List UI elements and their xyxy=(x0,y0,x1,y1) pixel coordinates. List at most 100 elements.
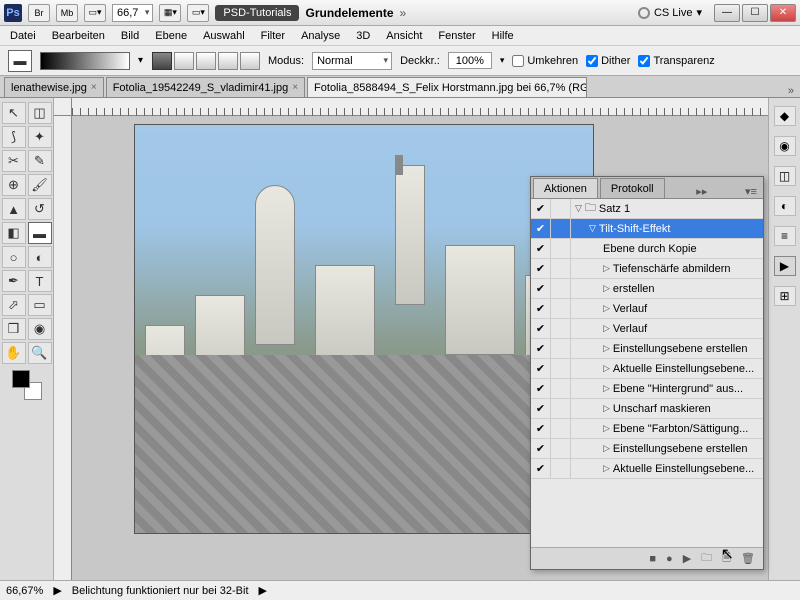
action-toggle-checkbox[interactable]: ✔ xyxy=(531,419,551,438)
action-dialog-toggle[interactable] xyxy=(551,359,571,378)
shape-tool[interactable]: ▭ xyxy=(28,294,52,316)
new-action-icon[interactable]: 🗎 xyxy=(722,549,731,568)
play-icon[interactable]: ▶ xyxy=(683,552,691,565)
action-dialog-toggle[interactable] xyxy=(551,219,571,238)
tab-aktionen[interactable]: Aktionen xyxy=(533,178,598,198)
action-row[interactable]: ✔▷Verlauf xyxy=(531,319,763,339)
action-row[interactable]: ✔▷Einstellungsebene erstellen xyxy=(531,339,763,359)
dither-checkbox[interactable]: Dither xyxy=(586,55,630,67)
reverse-checkbox[interactable]: Umkehren xyxy=(512,55,578,67)
action-dialog-toggle[interactable] xyxy=(551,399,571,418)
gradient-picker[interactable] xyxy=(40,52,130,70)
menu-fenster[interactable]: Fenster xyxy=(438,30,475,42)
disclosure-icon[interactable]: ▷ xyxy=(603,463,610,474)
action-toggle-checkbox[interactable]: ✔ xyxy=(531,359,551,378)
disclosure-icon[interactable]: ▷ xyxy=(603,263,610,274)
pen-tool[interactable]: ✒ xyxy=(2,270,26,292)
disclosure-icon[interactable]: ▷ xyxy=(603,403,610,414)
status-zoom[interactable]: 66,67% xyxy=(6,585,43,597)
minimize-button[interactable]: — xyxy=(714,4,740,22)
close-icon[interactable]: × xyxy=(91,82,97,93)
crop-tool[interactable]: ✂ xyxy=(2,150,26,172)
status-arrow-icon[interactable]: ▶ xyxy=(53,584,61,597)
action-row[interactable]: ✔▷Ebene "Hintergrund" aus... xyxy=(531,379,763,399)
action-dialog-toggle[interactable] xyxy=(551,339,571,358)
menu-3d[interactable]: 3D xyxy=(356,30,370,42)
color-swatches[interactable] xyxy=(12,370,42,400)
action-row[interactable]: ✔▽Tilt-Shift-Effekt xyxy=(531,219,763,239)
gradient-angle[interactable] xyxy=(196,52,216,70)
action-toggle-checkbox[interactable]: ✔ xyxy=(531,219,551,238)
action-row[interactable]: ✔▷erstellen xyxy=(531,279,763,299)
action-dialog-toggle[interactable] xyxy=(551,379,571,398)
minibridge-button[interactable]: Mb xyxy=(56,4,78,22)
disclosure-icon[interactable]: ▷ xyxy=(603,383,610,394)
tab-protokoll[interactable]: Protokoll xyxy=(600,178,665,198)
action-toggle-checkbox[interactable]: ✔ xyxy=(531,199,551,218)
trash-icon[interactable]: 🗑 xyxy=(741,552,755,565)
adjustments-icon[interactable]: ◐ xyxy=(774,196,796,216)
path-tool[interactable]: ⬀ xyxy=(2,294,26,316)
gradient-reflected[interactable] xyxy=(218,52,238,70)
action-row[interactable]: ✔▷Ebene "Farbton/Sättigung... xyxy=(531,419,763,439)
blur-tool[interactable]: ○ xyxy=(2,246,26,268)
eyedropper-tool[interactable]: ✎ xyxy=(28,150,52,172)
disclosure-icon[interactable]: ▷ xyxy=(603,323,610,334)
vertical-ruler[interactable] xyxy=(54,116,72,580)
gradient-radial[interactable] xyxy=(174,52,194,70)
menu-filter[interactable]: Filter xyxy=(261,30,285,42)
action-dialog-toggle[interactable] xyxy=(551,439,571,458)
action-row[interactable]: ✔▷Aktuelle Einstellungsebene... xyxy=(531,459,763,479)
action-dialog-toggle[interactable] xyxy=(551,279,571,298)
menu-analyse[interactable]: Analyse xyxy=(301,30,340,42)
menu-ebene[interactable]: Ebene xyxy=(155,30,187,42)
gradient-diamond[interactable] xyxy=(240,52,260,70)
disclosure-icon[interactable]: ▷ xyxy=(603,423,610,434)
disclosure-icon[interactable]: ▷ xyxy=(603,283,610,294)
opacity-input[interactable] xyxy=(448,52,492,69)
actions-icon[interactable]: ▶ xyxy=(774,256,796,276)
action-dialog-toggle[interactable] xyxy=(551,199,571,218)
document-canvas[interactable] xyxy=(134,124,594,534)
action-row[interactable]: ✔▷Einstellungsebene erstellen xyxy=(531,439,763,459)
action-dialog-toggle[interactable] xyxy=(551,259,571,278)
action-toggle-checkbox[interactable]: ✔ xyxy=(531,399,551,418)
action-row[interactable]: ✔Ebene durch Kopie xyxy=(531,239,763,259)
hand-tool[interactable]: ✋ xyxy=(2,342,26,364)
menu-bearbeiten[interactable]: Bearbeiten xyxy=(52,30,105,42)
workspace-overflow-icon[interactable]: » xyxy=(400,6,407,20)
action-toggle-checkbox[interactable]: ✔ xyxy=(531,379,551,398)
disclosure-icon[interactable]: ▽ xyxy=(575,203,582,214)
maximize-button[interactable]: ☐ xyxy=(742,4,768,22)
action-toggle-checkbox[interactable]: ✔ xyxy=(531,239,551,258)
gradient-tool[interactable]: ▬ xyxy=(28,222,52,244)
properties-icon[interactable]: ⊞ xyxy=(774,286,796,306)
workspace-label[interactable]: Grundelemente xyxy=(305,6,393,20)
extras-button[interactable]: ▭▾ xyxy=(187,4,209,22)
history-brush-tool[interactable]: ↺ xyxy=(28,198,52,220)
action-toggle-checkbox[interactable]: ✔ xyxy=(531,259,551,278)
action-toggle-checkbox[interactable]: ✔ xyxy=(531,279,551,298)
healing-tool[interactable]: ⊕ xyxy=(2,174,26,196)
cslive-button[interactable]: CS Live ▾ xyxy=(638,6,702,19)
close-icon[interactable]: × xyxy=(292,82,298,93)
brush-tool[interactable]: 🖌 xyxy=(28,174,52,196)
menu-auswahl[interactable]: Auswahl xyxy=(203,30,245,42)
menu-hilfe[interactable]: Hilfe xyxy=(492,30,514,42)
disclosure-icon[interactable]: ▷ xyxy=(603,363,610,374)
mode-select[interactable]: Normal xyxy=(312,52,392,70)
lasso-tool[interactable]: ⟆ xyxy=(2,126,26,148)
move-tool[interactable]: ↖ xyxy=(2,102,26,124)
action-toggle-checkbox[interactable]: ✔ xyxy=(531,339,551,358)
gradient-linear[interactable] xyxy=(152,52,172,70)
stop-icon[interactable]: ■ xyxy=(649,553,656,565)
stamp-tool[interactable]: ▲ xyxy=(2,198,26,220)
action-toggle-checkbox[interactable]: ✔ xyxy=(531,319,551,338)
menu-ansicht[interactable]: Ansicht xyxy=(386,30,422,42)
close-button[interactable]: ✕ xyxy=(770,4,796,22)
arrange-button[interactable]: ▦▾ xyxy=(159,4,181,22)
transparency-checkbox[interactable]: Transparenz xyxy=(638,55,714,67)
action-toggle-checkbox[interactable]: ✔ xyxy=(531,299,551,318)
action-row[interactable]: ✔▷Tiefenschärfe abmildern xyxy=(531,259,763,279)
marquee-tool[interactable]: ◫ xyxy=(28,102,52,124)
